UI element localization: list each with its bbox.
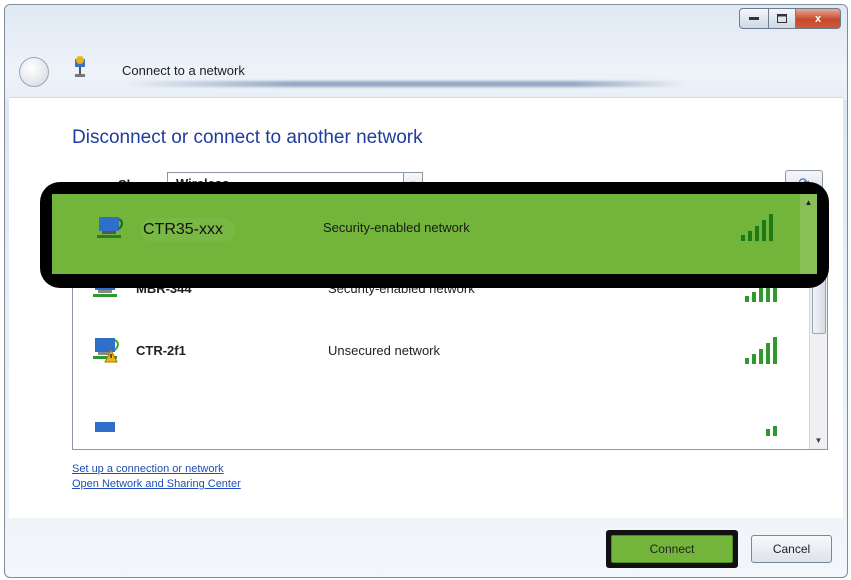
signal-strength-icon [741, 214, 773, 241]
scroll-up-arrow-icon[interactable]: ▲ [800, 194, 817, 274]
network-name: CTR35-xxx [141, 218, 236, 242]
maximize-button[interactable] [769, 8, 796, 29]
unsecured-wireless-network-icon [93, 338, 119, 363]
network-security: Security-enabled network [323, 220, 470, 235]
maximize-icon [777, 14, 787, 23]
connect-network-window: x Connect to a network Disconnect or con… [4, 4, 848, 578]
minimize-icon [749, 17, 759, 20]
network-globe-icon [75, 56, 85, 77]
page-heading: Disconnect or connect to another network [72, 127, 423, 148]
list-item[interactable] [73, 382, 808, 444]
signal-strength-icon [766, 426, 777, 436]
selected-network-highlight: CTR35-xxx Security-enabled network ▲ [40, 182, 829, 288]
selected-network-row[interactable]: CTR35-xxx Security-enabled network ▲ [52, 194, 817, 274]
signal-strength-icon [745, 337, 777, 364]
window-title: Connect to a network [122, 63, 245, 78]
list-item-selected[interactable]: CTR35-xxx Security-enabled network ▲ [52, 194, 817, 274]
connect-button[interactable]: Connect [611, 535, 733, 563]
list-item[interactable]: CTR-2f1 Unsecured network [73, 320, 808, 382]
network-sharing-center-link[interactable]: Open Network and Sharing Center [72, 478, 241, 490]
back-button[interactable] [19, 57, 49, 87]
close-button[interactable]: x [796, 8, 841, 29]
network-security: Unsecured network [328, 343, 440, 358]
dialog-content: Disconnect or connect to another network… [9, 97, 843, 518]
title-glow [125, 81, 685, 87]
window-controls: x [739, 8, 841, 29]
minimize-button[interactable] [739, 8, 769, 29]
setup-connection-link[interactable]: Set up a connection or network [72, 463, 224, 475]
cancel-button[interactable]: Cancel [751, 535, 832, 563]
wireless-network-icon [97, 217, 123, 238]
title-bar: x Connect to a network [5, 5, 847, 100]
connect-button-highlight: Connect [606, 530, 738, 568]
close-icon: x [814, 12, 822, 25]
scroll-down-arrow-icon[interactable]: ▼ [810, 432, 827, 449]
wireless-network-icon [95, 422, 115, 432]
network-name: CTR-2f1 [136, 343, 186, 358]
